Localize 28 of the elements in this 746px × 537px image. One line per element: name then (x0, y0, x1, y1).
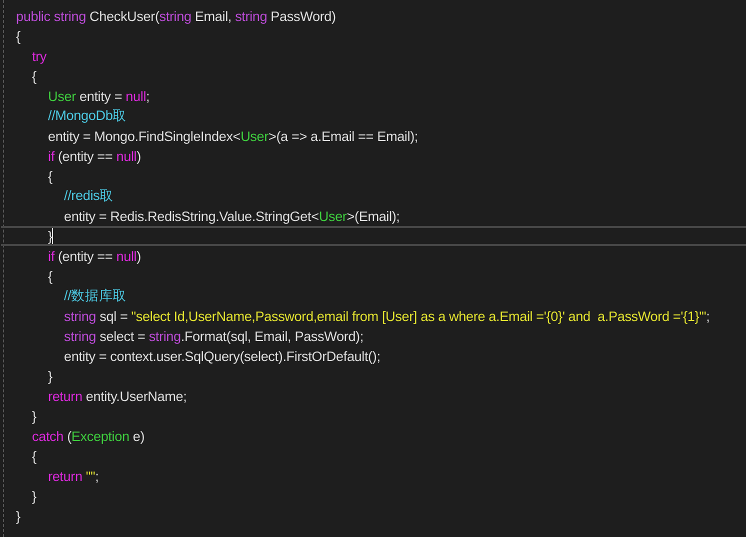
code-line: string sql = "select Id,UserName,Password,email from [User] as a where a.Email ='{0}' and a.PassWord ='{1}'"; (64, 308, 710, 324)
code-line: entity = context.user.SqlQuery(select).FirstOrDefault(); (64, 348, 380, 364)
code-line: if (entity == null) (48, 148, 141, 164)
code-editor[interactable] (3, 0, 746, 537)
code-line: } (16, 508, 20, 524)
code-line: { (32, 448, 36, 464)
code-line: { (48, 168, 52, 184)
code-line: public string CheckUser(string Email, string PassWord) (16, 8, 336, 24)
code-line: } (32, 408, 36, 424)
code-line: { (48, 268, 52, 284)
code-line: { (16, 28, 20, 44)
code-line: try (32, 48, 47, 64)
code-line: //MongoDb取 (48, 107, 126, 125)
code-line: return ""; (48, 468, 99, 484)
code-line: { (32, 68, 36, 84)
code-line: entity = Mongo.FindSingleIndex<User>(a => a.Email == Email); (48, 128, 418, 144)
code-line: User entity = null; (48, 88, 150, 104)
code-line: } (48, 368, 52, 384)
code-line: } (48, 228, 52, 244)
code-line: //数据库取 (64, 287, 126, 305)
code-line: return entity.UserName; (48, 388, 187, 404)
code-line: } (32, 488, 36, 504)
code-line: string select = string.Format(sql, Email, PassWord); (64, 328, 364, 344)
code-line: catch (Exception e) (32, 428, 145, 444)
code-line: entity = Redis.RedisString.Value.StringGet<User>(Email); (64, 208, 400, 224)
code-line: if (entity == null) (48, 248, 141, 264)
code-line: //redis取 (64, 187, 114, 205)
text-cursor (52, 228, 54, 244)
